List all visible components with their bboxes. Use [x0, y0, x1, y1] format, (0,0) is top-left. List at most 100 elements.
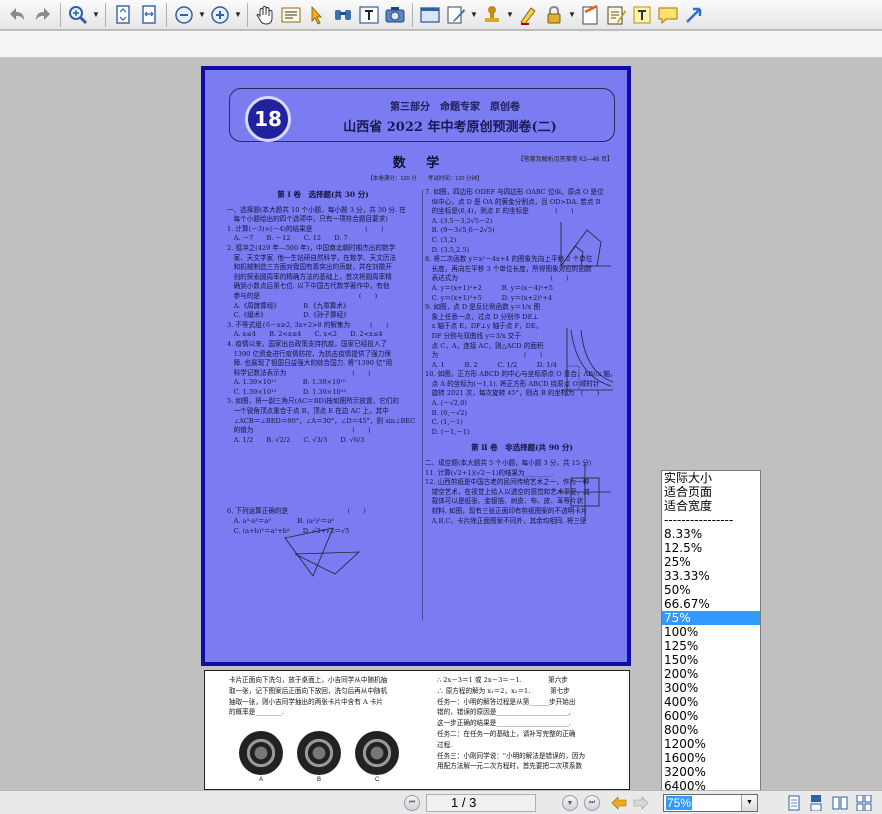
toolbar-separator [166, 2, 167, 27]
zoom-option[interactable]: 800% [662, 723, 760, 737]
toolbar-separator [105, 2, 106, 27]
find-icon[interactable] [330, 2, 356, 28]
zoom-option[interactable]: 适合宽度 [662, 499, 760, 513]
next-page-button[interactable]: ▼ [562, 795, 578, 811]
stamp-icon[interactable] [479, 2, 505, 28]
status-bar: ⏮ 1 / 3 ▼ ⏭ 75% ▼ [0, 790, 882, 814]
question-line: 科学记数法表示为 ( ) [227, 368, 371, 377]
zoom-option[interactable]: 适合页面 [662, 485, 760, 499]
fit-page-icon[interactable] [110, 2, 136, 28]
first-page-button[interactable]: ⏮ [404, 795, 420, 811]
facing-view-icon[interactable] [832, 795, 848, 811]
zoom-plus-icon[interactable] [207, 2, 233, 28]
continuous-view-icon[interactable] [808, 795, 824, 811]
zoom-option[interactable]: 1200% [662, 737, 760, 751]
undo-icon[interactable] [4, 2, 30, 28]
zoom-option[interactable]: 3200% [662, 765, 760, 779]
forward-arrow-icon[interactable] [632, 795, 650, 811]
highlight-icon[interactable] [515, 2, 541, 28]
zoom-combo[interactable]: 75% ▼ [663, 794, 758, 812]
edit-note-icon[interactable] [603, 2, 629, 28]
zoom-option[interactable]: 实际大小 [662, 471, 760, 485]
snapshot-icon[interactable] [382, 2, 408, 28]
question-line: A. 1/2 B. √2/2 C. √3/3 D. √6/3 [227, 435, 365, 444]
note-icon[interactable] [577, 2, 603, 28]
back-arrow-icon[interactable] [610, 795, 628, 811]
zoom-option[interactable]: 100% [662, 625, 760, 639]
sign-dropdown[interactable]: ▼ [469, 2, 479, 28]
toolbar-separator [60, 2, 61, 27]
column-divider [422, 190, 423, 620]
card-label-c: C [375, 777, 380, 783]
question-line: 用配方法解一元二次方程时，首先要把二次项系数 [437, 762, 583, 771]
question-line: 参与的是 ( ) [227, 291, 378, 300]
question-line: 一个锐角顶点重合于点 B，顶点 E 在边 AC 上，其中 [227, 407, 389, 416]
typewriter-icon[interactable] [356, 2, 382, 28]
zoom-option[interactable]: 400% [662, 695, 760, 709]
zoom-option[interactable]: 33.33% [662, 569, 760, 583]
question-line: 每个小题给出的四个选项中，只有一项符合题目要求) [227, 215, 388, 224]
zoom-in-tool-icon[interactable] [65, 2, 91, 28]
lock-icon[interactable] [541, 2, 567, 28]
subject-title: 数 学 [392, 156, 448, 171]
question-line: 抽取一张，则小吉同学抽出的两张卡片中含有 A 卡片 [229, 697, 384, 706]
exam-title: 山西省 2022 年中考原创预测卷(二) [343, 120, 557, 135]
left-question-lines: 一、选择题(本大题共 10 个小题，每小题 3 分，共 30 分. 在 每个小题… [227, 206, 419, 446]
question-line: 5. 如图，将一副三角尺(AC＝BD)按如图所示放置，它们的 [227, 397, 399, 406]
last-page-button[interactable]: ⏭ [584, 795, 600, 811]
text-box-icon[interactable] [629, 2, 655, 28]
redo-icon[interactable] [30, 2, 56, 28]
fit-width-icon[interactable] [136, 2, 162, 28]
stamp-dropdown[interactable]: ▼ [505, 2, 515, 28]
zoom-value[interactable]: 75% [666, 796, 693, 810]
zoom-dropdown-button[interactable]: ▼ [741, 795, 757, 811]
page2-right-column: ∴ 2x－3＝1 或 2x－3＝－1. 第六步 ∴ 原方程的解为 x₁＝2，x₂＝… [437, 675, 612, 772]
papercut-card-a [239, 731, 283, 775]
zoom-option[interactable]: 50% [662, 583, 760, 597]
zoom-option[interactable]: 75% [662, 611, 760, 625]
comment-icon[interactable] [655, 2, 681, 28]
page-number-field[interactable]: 1 / 3 [426, 794, 536, 812]
zoom-out-dropdown[interactable]: ▼ [197, 2, 207, 28]
hand-tool-icon[interactable] [252, 2, 278, 28]
zoom-option[interactable]: 12.5% [662, 541, 760, 555]
card-label-a: A [259, 777, 264, 783]
question-line: 1390 亿资金进行疫情防控，为抗击疫情提供了强力保 [227, 349, 391, 358]
zoom-option[interactable]: 8.33% [662, 527, 760, 541]
zoom-option[interactable]: ---------------- [662, 513, 760, 527]
question-line: C. 1.39×10¹² D. 1.39×10¹³ [227, 387, 346, 396]
single-page-view-icon[interactable] [786, 795, 802, 811]
zoom-option[interactable]: 150% [662, 653, 760, 667]
main-toolbar: ▼ ▼ ▼ ▼ ▼ ▼ [0, 0, 882, 30]
zoom-option[interactable]: 1600% [662, 751, 760, 765]
question-line: A. (－√2,0) [425, 399, 467, 408]
banner-part-title: 第三部分 命题专家 原创卷 [390, 102, 520, 113]
q5-figure-space [227, 445, 419, 507]
zoom-plus-dropdown[interactable]: ▼ [233, 2, 243, 28]
arrow-select-icon[interactable] [304, 2, 330, 28]
text-select-icon[interactable] [278, 2, 304, 28]
q5-figure [284, 527, 361, 577]
zoom-option[interactable]: 200% [662, 667, 760, 681]
question-line: 9. 如图，点 D 是反比例函数 y＝1/x 图 [425, 303, 541, 312]
left-column: 第 Ⅰ 卷 选择题(共 30 分) 一、选择题(本大题共 10 个小题，每小题 … [227, 188, 419, 536]
question-line: 的坐标是(6,4)，则点 E 的坐标是 ( ) [425, 207, 574, 216]
question-line: 2. 祖冲之(429 年—500 年)，中国南北朝时期杰出的数学 [227, 243, 396, 252]
zoom-option[interactable]: 66.67% [662, 597, 760, 611]
zoom-option[interactable]: 125% [662, 639, 760, 653]
form-icon[interactable] [417, 2, 443, 28]
question-line: 这一步正确的结果是______________________. [437, 719, 571, 728]
arrow-tool-icon[interactable] [681, 2, 707, 28]
sign-pen-icon[interactable] [443, 2, 469, 28]
answer-reference: 【答案及解析见答案卷 K2—46 页】 [517, 157, 613, 163]
continuous-facing-view-icon[interactable] [856, 795, 872, 811]
zoom-out-icon[interactable] [171, 2, 197, 28]
zoom-option[interactable]: 600% [662, 709, 760, 723]
zoom-option[interactable]: 300% [662, 681, 760, 695]
section2-title: 第 Ⅱ 卷 非选择题(共 90 分) [471, 443, 573, 453]
question-line: 3. 不等式组{6－x≥2, 3x+2>8 的解集为 ( ) [227, 320, 389, 329]
zoom-option[interactable]: 25% [662, 555, 760, 569]
zoom-dropdown-list[interactable]: 实际大小 适合页面 适合宽度 ---------------- 8.33% 12.5% 25… [661, 470, 761, 792]
zoom-tool-dropdown[interactable]: ▼ [91, 2, 101, 28]
lock-dropdown[interactable]: ▼ [567, 2, 577, 28]
